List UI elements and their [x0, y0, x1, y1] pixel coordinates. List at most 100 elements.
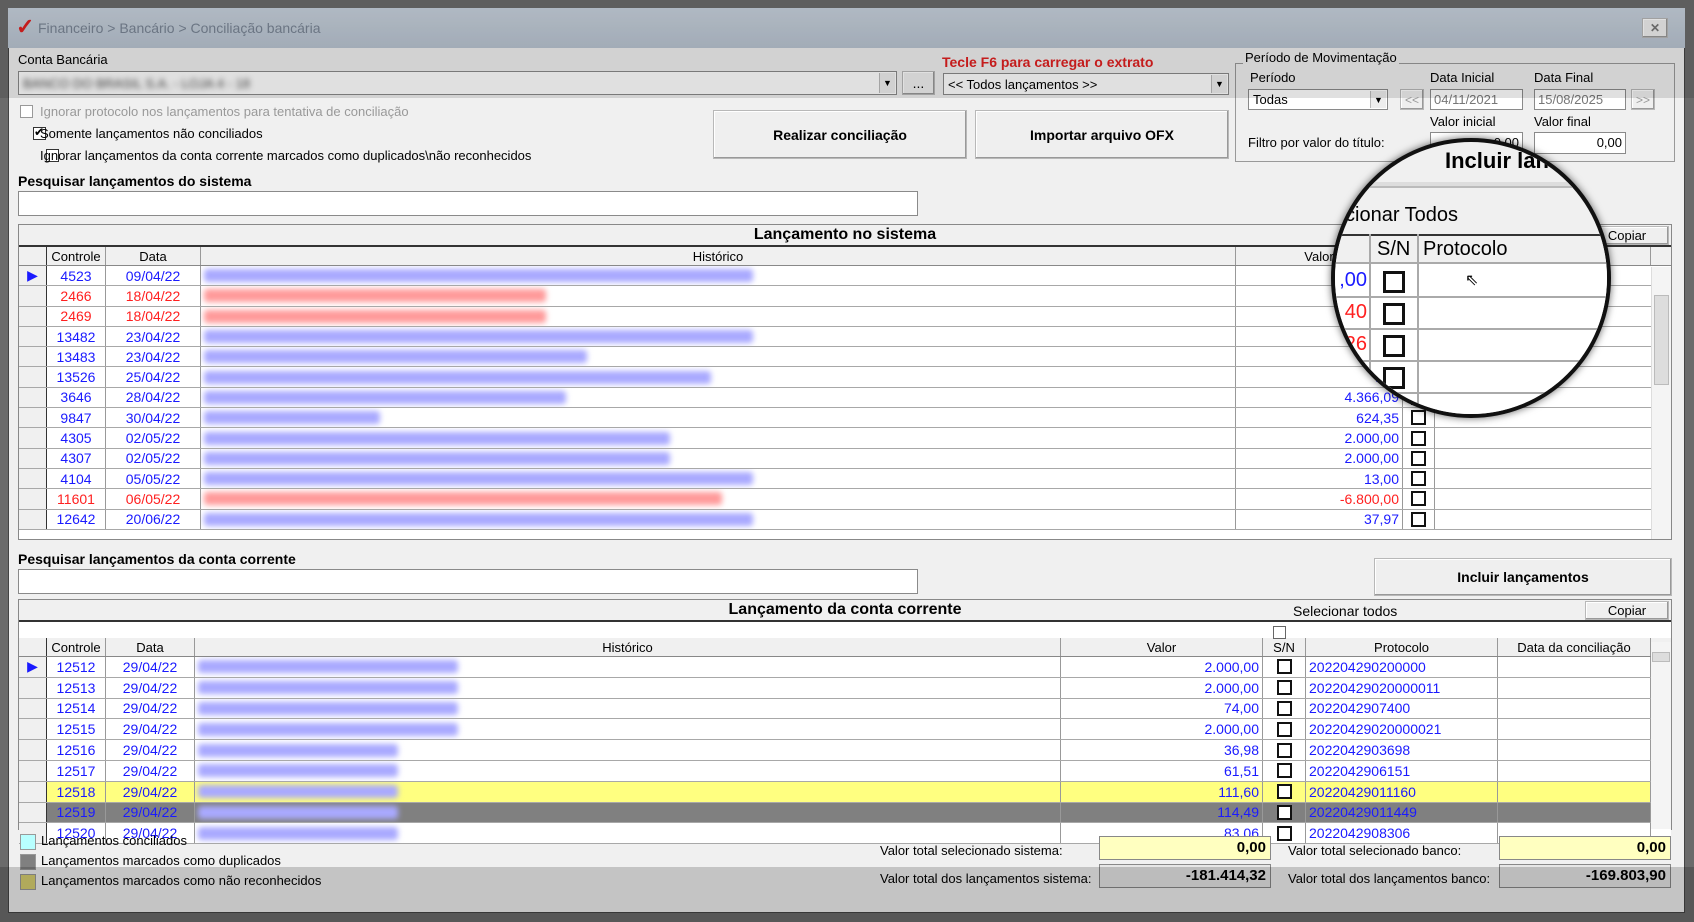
row-selector[interactable]: ▶ [19, 657, 47, 677]
row-selector[interactable] [19, 468, 47, 489]
prev-period-button[interactable]: << [1400, 89, 1424, 110]
scroll-thumb[interactable] [1652, 652, 1670, 662]
table-row[interactable]: 11601 06/05/22 -6.800,00 [19, 489, 1671, 510]
column-header-data[interactable]: Data [106, 247, 201, 265]
cell-data: 09/04/22 [106, 266, 201, 286]
next-period-button[interactable]: >> [1631, 89, 1655, 110]
row-selector[interactable] [19, 306, 47, 326]
table-row[interactable]: 12515 29/04/22 2.000,00 20220429020000021 [19, 719, 1671, 741]
sn-checkbox[interactable] [1276, 700, 1292, 716]
sn-checkbox[interactable] [1276, 763, 1292, 779]
extrato-select[interactable]: << Todos lançamentos >> ▼ [943, 73, 1229, 95]
column-header-controle[interactable]: Controle [47, 638, 106, 656]
search-conta-input[interactable] [18, 569, 918, 594]
conta-select[interactable]: BANCO DO BRASIL S.A. - LOJA 4 - 18 ▼ [18, 71, 897, 95]
sn-checkbox[interactable] [1276, 680, 1292, 696]
cell-historico [201, 286, 1236, 306]
sn-checkbox[interactable] [1276, 804, 1292, 820]
table-row[interactable]: ▶ 12512 29/04/22 2.000,00 202204290200000 [19, 657, 1671, 678]
sistema-scrollbar[interactable] [1651, 267, 1671, 539]
sn-checkbox[interactable] [1276, 784, 1292, 800]
column-header-protocolo[interactable]: Protocolo [1306, 638, 1498, 656]
close-button[interactable]: ✕ [1642, 18, 1668, 38]
column-header-sn[interactable]: S/N [1263, 638, 1306, 656]
periodo-select[interactable]: Todas ▼ [1248, 89, 1388, 110]
table-row[interactable]: 12513 29/04/22 2.000,00 20220429020000011 [19, 677, 1671, 699]
data-inicial-input[interactable]: 04/11/2021 [1430, 89, 1523, 110]
row-selector[interactable] [19, 326, 47, 347]
extrato-value: << Todos lançamentos >> [948, 76, 1098, 92]
column-header-histrico[interactable]: Histórico [201, 247, 1236, 265]
sn-checkbox[interactable] [1276, 659, 1292, 675]
conta-value: BANCO DO BRASIL S.A. - LOJA 4 - 18 [23, 75, 251, 91]
row-selector[interactable] [19, 740, 47, 760]
option-label-1: Somente lançamentos não conciliados [40, 126, 263, 141]
table-row[interactable]: 12518 29/04/22 111,60 20220429011160 [19, 781, 1671, 803]
legend-item: Lançamentos marcados como não reconhecid… [20, 873, 321, 890]
importar-ofx-button[interactable]: Importar arquivo OFX [975, 110, 1229, 159]
cell-data: 23/04/22 [106, 326, 201, 347]
cell-sn [1263, 698, 1306, 719]
cell-valor: 2.000,00 [1061, 657, 1263, 677]
table-row[interactable]: 4305 02/05/22 2.000,00 [19, 428, 1671, 449]
sn-checkbox[interactable] [1411, 430, 1426, 446]
table-row[interactable]: 12514 29/04/22 74,00 2022042907400 [19, 698, 1671, 720]
legend-swatch [20, 873, 36, 890]
sn-checkbox[interactable] [1411, 491, 1426, 507]
copiar-conta-button[interactable]: Copiar [1585, 601, 1669, 620]
column-header-valor[interactable]: Valor [1061, 638, 1263, 656]
row-selector[interactable] [19, 489, 47, 509]
table-row[interactable]: 4307 02/05/22 2.000,00 [19, 448, 1671, 469]
table-row[interactable]: 12516 29/04/22 36,98 2022042903698 [19, 740, 1671, 761]
option-checkbox-0[interactable] [20, 105, 33, 118]
row-selector[interactable] [19, 698, 47, 719]
row-selector[interactable] [19, 367, 47, 387]
periodo-value: Todas [1253, 92, 1288, 107]
row-selector[interactable] [19, 760, 47, 781]
row-selector[interactable] [19, 509, 47, 529]
row-selector[interactable] [19, 448, 47, 468]
row-selector[interactable] [19, 428, 47, 448]
sn-checkbox[interactable] [1411, 450, 1426, 466]
conta-more-button[interactable]: ... [902, 71, 935, 95]
row-selector[interactable] [19, 781, 47, 802]
row-selector[interactable] [19, 802, 47, 823]
row-selector[interactable] [19, 286, 47, 306]
cell-controle: 4305 [47, 428, 106, 448]
sn-checkbox[interactable] [1411, 511, 1426, 527]
column-header-datadaconciliao[interactable]: Data da conciliação [1498, 638, 1651, 656]
conta-label: Conta Bancária [18, 52, 108, 67]
row-selector[interactable] [19, 408, 47, 428]
incluir-lancamentos-button[interactable]: Incluir lançamentos [1374, 558, 1672, 596]
row-selector[interactable]: ▶ [19, 266, 47, 286]
realizar-conciliacao-button[interactable]: Realizar conciliação [713, 110, 967, 159]
row-selector[interactable] [19, 719, 47, 740]
chevron-down-icon: ▼ [879, 73, 895, 93]
selecionar-todos-checkbox[interactable] [1273, 626, 1286, 639]
search-sistema-input[interactable] [18, 191, 918, 216]
sn-checkbox[interactable] [1276, 721, 1292, 737]
table-row[interactable]: 12519 29/04/22 114,49 20220429011449 [19, 802, 1671, 824]
table-row[interactable]: 12642 20/06/22 37,97 [19, 509, 1671, 530]
mag-row-line [1335, 296, 1607, 298]
historico-redacted [204, 370, 712, 384]
legend-swatch [20, 833, 36, 850]
data-final-input[interactable]: 15/08/2025 [1534, 89, 1626, 110]
cell-protocolo [1435, 489, 1651, 508]
scroll-thumb[interactable] [1654, 295, 1669, 385]
column-header-histrico[interactable]: Histórico [195, 638, 1061, 656]
table-row[interactable]: 12520 29/04/22 83,06 2022042908306 [19, 823, 1671, 845]
row-selector[interactable] [19, 677, 47, 698]
sn-checkbox[interactable] [1411, 471, 1426, 487]
sn-checkbox[interactable] [1276, 742, 1292, 758]
row-selector[interactable] [19, 387, 47, 408]
cell-protocolo [1435, 469, 1651, 488]
table-row[interactable]: 12517 29/04/22 61,51 2022042906151 [19, 760, 1671, 782]
sn-checkbox[interactable] [1276, 825, 1292, 841]
table-row[interactable]: 4104 05/05/22 13,00 [19, 468, 1671, 490]
column-header-controle[interactable]: Controle [47, 247, 106, 265]
row-selector[interactable] [19, 347, 47, 367]
cell-protocolo [1435, 428, 1651, 447]
column-header-data[interactable]: Data [106, 638, 195, 656]
conta-scrollbar[interactable] [1651, 642, 1671, 829]
